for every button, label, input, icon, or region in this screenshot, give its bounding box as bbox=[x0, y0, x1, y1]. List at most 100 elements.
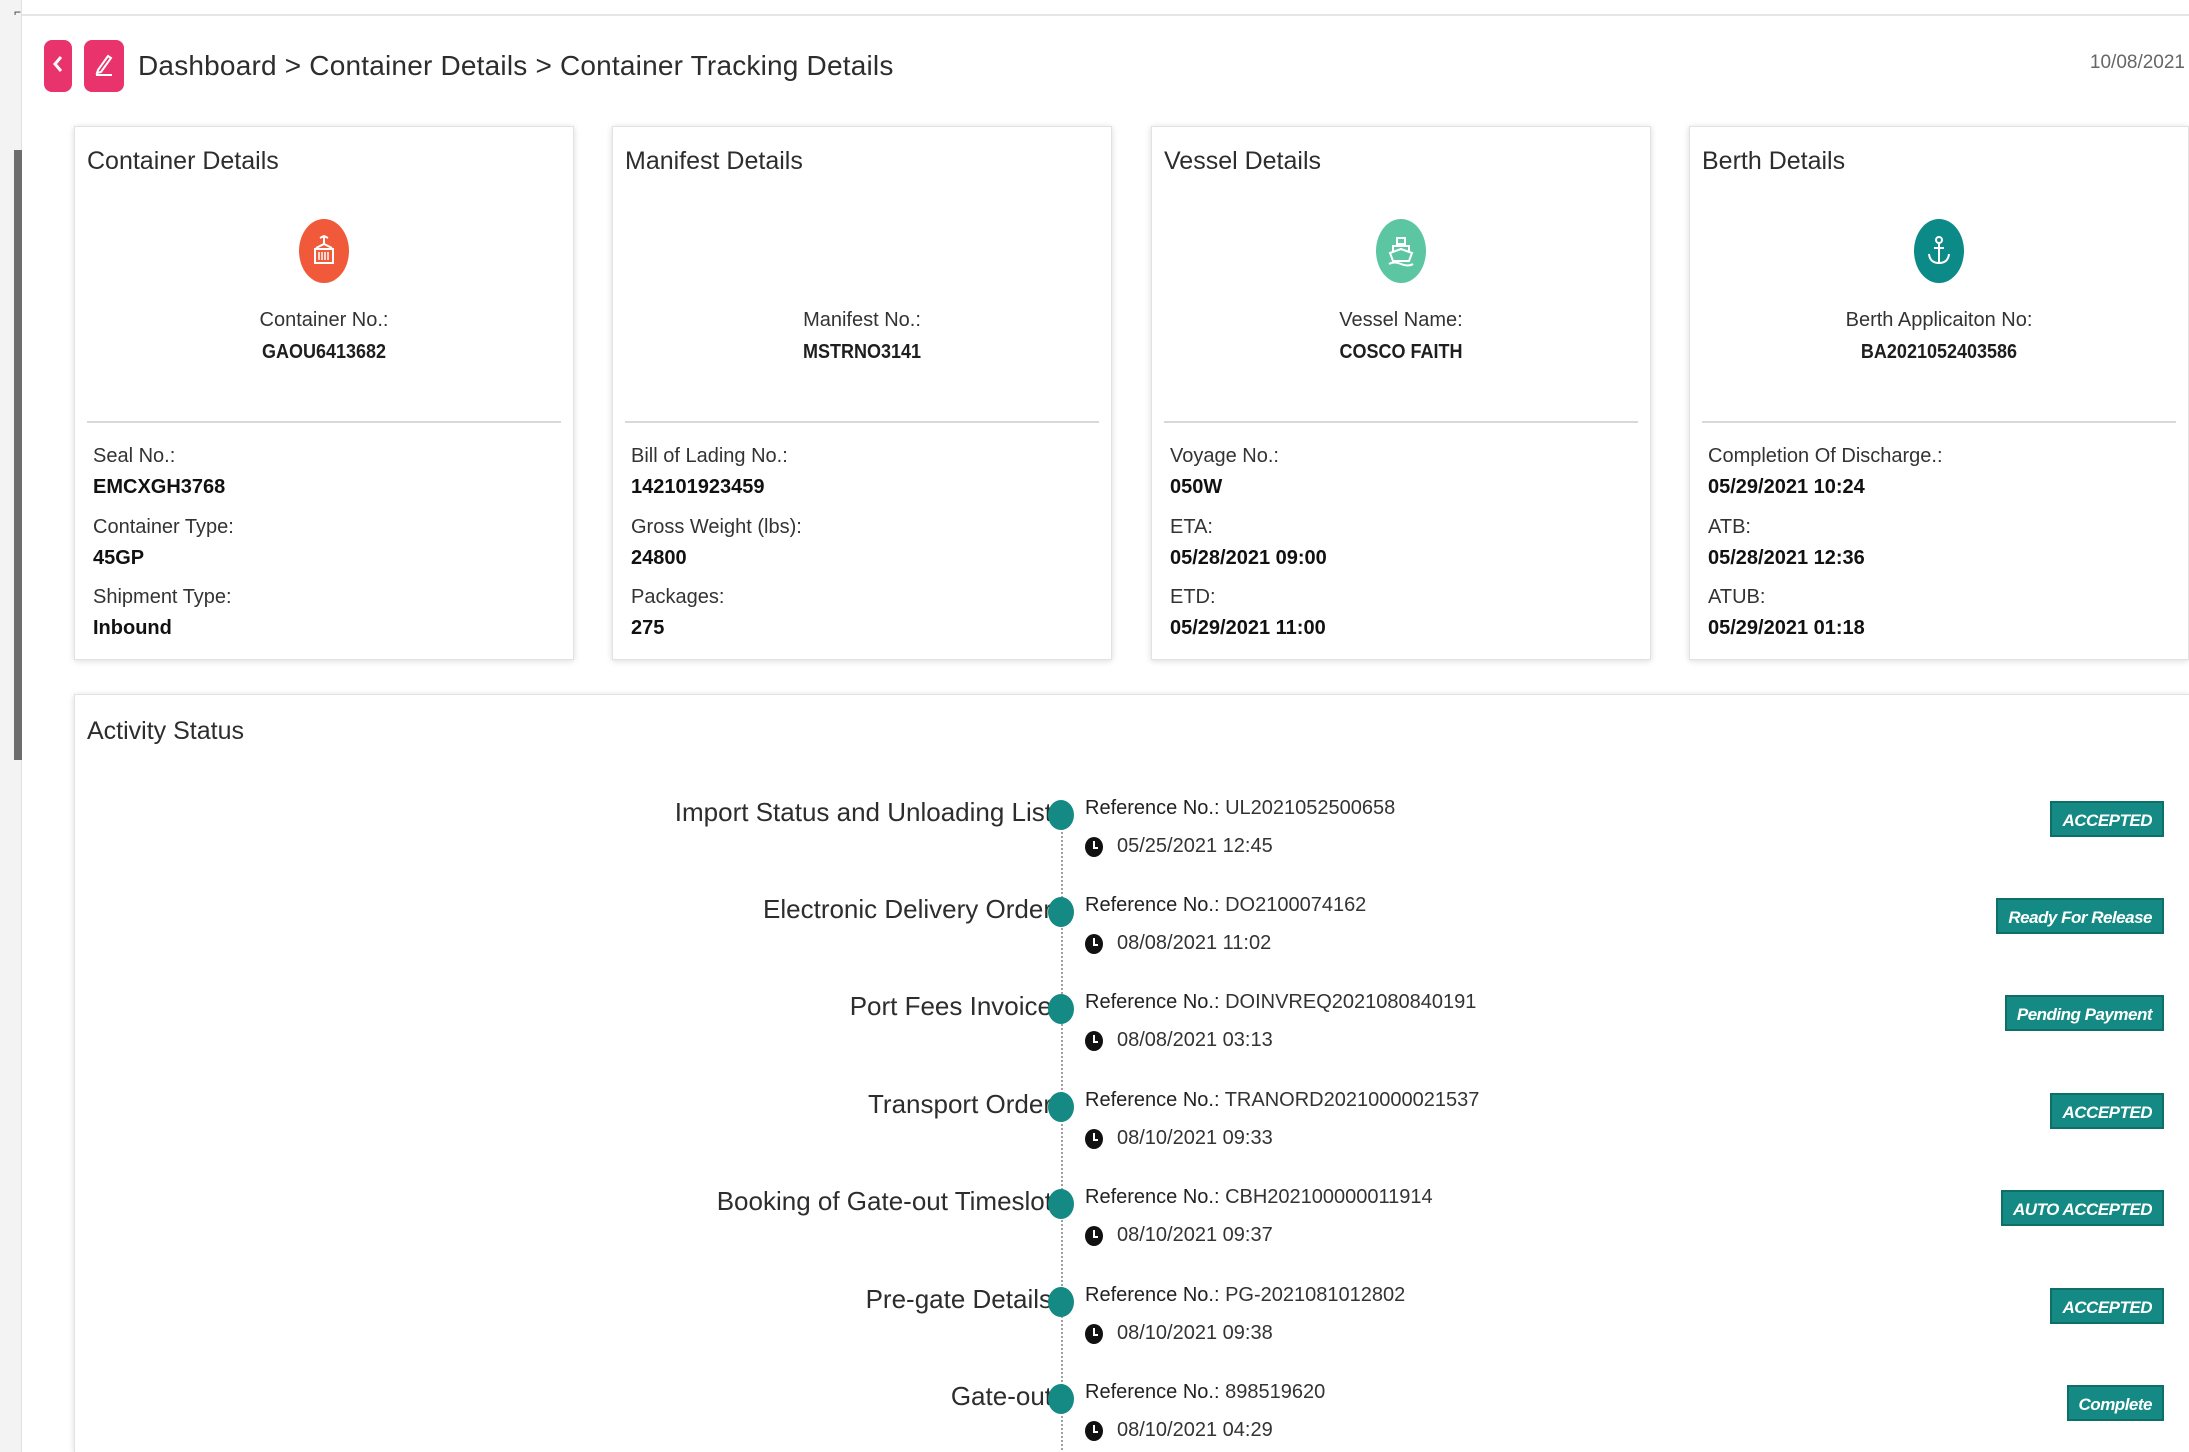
reference-value: UL2021052500658 bbox=[1225, 797, 1396, 819]
status-badge: Ready For Release bbox=[1996, 898, 2164, 934]
field-label: ETD: bbox=[1170, 586, 1216, 608]
left-scrollbar[interactable]: ⌐ bbox=[0, 0, 22, 1452]
reference-number: Reference No.: DO2100074162 bbox=[1085, 894, 1366, 917]
edit-button[interactable] bbox=[84, 40, 124, 92]
time-value: 08/10/2021 04:29 bbox=[1117, 1419, 1273, 1441]
timeline-item: Transport Order Reference No.: TRANORD20… bbox=[75, 1089, 2189, 1179]
field-value: 05/29/2021 11:00 bbox=[1170, 617, 1326, 639]
activity-time: 08/08/2021 03:13 bbox=[1085, 1029, 1273, 1052]
field-label: ATB: bbox=[1708, 516, 1751, 538]
scrollbar-thumb[interactable] bbox=[14, 150, 22, 760]
activity-time: 08/10/2021 09:37 bbox=[1085, 1224, 1273, 1247]
field-value: 050W bbox=[1170, 476, 1223, 498]
activity-time: 05/25/2021 12:45 bbox=[1085, 835, 1273, 858]
reference-value: DOINVREQ2021080840191 bbox=[1225, 991, 1477, 1013]
time-value: 05/25/2021 12:45 bbox=[1117, 835, 1273, 857]
eta-field: ETA: 05/28/2021 09:00 bbox=[1170, 512, 1327, 574]
vessel-details-card: Vessel Details Vessel Name: COSCO FAITH … bbox=[1151, 126, 1651, 660]
time-value: 08/08/2021 03:13 bbox=[1117, 1029, 1273, 1051]
timeline-dot bbox=[1048, 1287, 1074, 1317]
berth-application-label: Berth Applicaiton No: bbox=[1845, 309, 2033, 331]
card-divider bbox=[625, 421, 1099, 423]
reference-number: Reference No.: 898519620 bbox=[1085, 1381, 1325, 1404]
atub-field: ATUB: 05/29/2021 01:18 bbox=[1708, 582, 1865, 644]
activity-title: Activity Status bbox=[87, 717, 244, 745]
completion-of-discharge-field: Completion Of Discharge.: 05/29/2021 10:… bbox=[1708, 441, 1943, 503]
breadcrumb[interactable]: Dashboard > Container Details > Containe… bbox=[138, 50, 894, 82]
clock-icon bbox=[1085, 1128, 1103, 1149]
field-label: Completion Of Discharge.: bbox=[1708, 445, 1943, 467]
reference-number: Reference No.: UL2021052500658 bbox=[1085, 797, 1395, 820]
status-badge: ACCEPTED bbox=[2050, 1093, 2164, 1129]
activity-name: Gate-out bbox=[950, 1381, 1052, 1411]
clock-icon bbox=[1085, 836, 1103, 857]
timeline-dot bbox=[1048, 1384, 1074, 1414]
field-value: 142101923459 bbox=[631, 476, 765, 498]
manifest-number-value: MSTRNO3141 bbox=[802, 341, 922, 363]
activity-name: Import Status and Unloading List bbox=[674, 797, 1052, 827]
atb-field: ATB: 05/28/2021 12:36 bbox=[1708, 512, 1865, 574]
card-title: Berth Details bbox=[1702, 147, 1846, 175]
etd-field: ETD: 05/29/2021 11:00 bbox=[1170, 582, 1326, 644]
field-label: ETA: bbox=[1170, 516, 1213, 538]
seal-number-field: Seal No.: EMCXGH3768 bbox=[93, 441, 225, 503]
card-divider bbox=[1702, 421, 2176, 423]
manifest-number-label: Manifest No.: bbox=[803, 309, 921, 331]
status-badge: AUTO ACCEPTED bbox=[2001, 1190, 2164, 1226]
vessel-name-label: Vessel Name: bbox=[1339, 309, 1463, 331]
field-value: 05/28/2021 09:00 bbox=[1170, 547, 1327, 569]
shipment-type-field: Shipment Type: Inbound bbox=[93, 582, 232, 644]
time-value: 08/10/2021 09:38 bbox=[1117, 1322, 1273, 1344]
current-date: 10/08/2021 bbox=[2089, 52, 2185, 73]
field-label: Packages: bbox=[631, 586, 725, 608]
field-value: Inbound bbox=[93, 617, 172, 639]
page-header: Dashboard > Container Details > Containe… bbox=[44, 38, 2189, 94]
voyage-number-field: Voyage No.: 050W bbox=[1170, 441, 1279, 503]
vessel-name-value: COSCO FAITH bbox=[1339, 341, 1463, 363]
timeline-item: Gate-out Reference No.: 898519620 08/10/… bbox=[75, 1381, 2189, 1452]
activity-time: 08/08/2021 11:02 bbox=[1085, 932, 1271, 955]
card-title: Vessel Details bbox=[1164, 147, 1322, 175]
clock-icon bbox=[1085, 933, 1103, 954]
field-label: Seal No.: bbox=[93, 445, 176, 467]
reference-number: Reference No.: PG-2021081012802 bbox=[1085, 1284, 1405, 1307]
field-value: EMCXGH3768 bbox=[93, 476, 226, 498]
card-title: Manifest Details bbox=[625, 147, 803, 175]
clock-icon bbox=[1085, 1323, 1103, 1344]
field-label: Container Type: bbox=[93, 516, 234, 538]
timeline-item: Pre-gate Details Reference No.: PG-20210… bbox=[75, 1284, 2189, 1374]
field-value: 275 bbox=[631, 617, 665, 639]
anchor-icon bbox=[1914, 219, 1964, 283]
reference-label: Reference No.: bbox=[1085, 1186, 1220, 1208]
timeline-item: Electronic Delivery Order Reference No.:… bbox=[75, 894, 2189, 984]
reference-label: Reference No.: bbox=[1085, 797, 1220, 819]
reference-value: PG-2021081012802 bbox=[1225, 1284, 1406, 1306]
top-divider bbox=[22, 14, 2189, 16]
status-badge: ACCEPTED bbox=[2050, 801, 2164, 837]
reference-number: Reference No.: TRANORD20210000021537 bbox=[1085, 1089, 1479, 1112]
time-value: 08/10/2021 09:37 bbox=[1117, 1224, 1273, 1246]
reference-label: Reference No.: bbox=[1085, 1381, 1220, 1403]
container-number-label: Container No.: bbox=[259, 309, 389, 331]
card-divider bbox=[87, 421, 561, 423]
field-label: Voyage No.: bbox=[1170, 445, 1279, 467]
scroll-caret-icon: ⌐ bbox=[14, 5, 22, 19]
chevron-left-icon bbox=[52, 54, 64, 79]
pencil-icon bbox=[93, 51, 115, 82]
container-crane-icon bbox=[299, 219, 349, 283]
card-divider bbox=[1164, 421, 1638, 423]
timeline-item: Booking of Gate-out Timeslot Reference N… bbox=[75, 1186, 2189, 1276]
reference-value: CBH202100000011914 bbox=[1225, 1186, 1433, 1208]
berth-application-value: BA2021052403586 bbox=[1860, 341, 2018, 363]
timeline-item: Port Fees Invoice Reference No.: DOINVRE… bbox=[75, 991, 2189, 1081]
timeline-dot bbox=[1048, 800, 1074, 830]
status-badge: Complete bbox=[2066, 1385, 2164, 1421]
ship-icon bbox=[1376, 219, 1426, 283]
back-button[interactable] bbox=[44, 40, 72, 92]
page: ⌐ Dashboard > Container Details > Contai… bbox=[0, 0, 2189, 1452]
field-value: 05/29/2021 01:18 bbox=[1708, 617, 1865, 639]
reference-value: TRANORD20210000021537 bbox=[1224, 1089, 1480, 1111]
card-title: Container Details bbox=[87, 147, 279, 175]
activity-status-panel: Activity Status Import Status and Unload… bbox=[74, 694, 2189, 1452]
container-number-value: GAOU6413682 bbox=[261, 341, 387, 363]
